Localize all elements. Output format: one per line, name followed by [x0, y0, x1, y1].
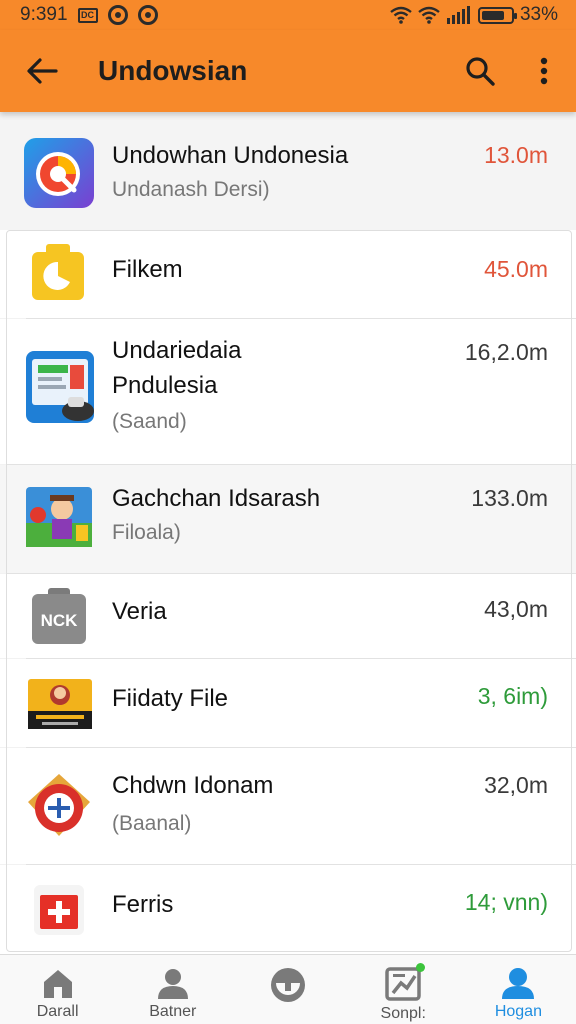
svg-text:NCK: NCK: [41, 611, 79, 630]
item-subtitle: Undanash Dersi): [112, 178, 270, 201]
more-options-button[interactable]: [512, 30, 576, 112]
list-item[interactable]: Ferris 14; vnn): [0, 865, 576, 954]
list-item[interactable]: Filkem 45.0m: [0, 230, 576, 318]
notification-round-icon: [107, 5, 128, 25]
wifi-icon-2: [418, 6, 440, 24]
status-time: 9:391: [20, 4, 68, 25]
item-name: Undariedaia: [112, 337, 242, 364]
notification-dot: [415, 963, 425, 972]
item-size: 133.0m: [471, 485, 548, 511]
status-bar: 9:391 DC 33%: [0, 0, 576, 30]
chart-icon: [385, 967, 421, 1001]
item-size: 43,0m: [484, 596, 548, 622]
list-item[interactable]: Gachchan Idsarash Filoala) 133.0m: [0, 465, 576, 573]
compass-chart-app-icon: [24, 138, 94, 208]
red-cross-icon: [34, 885, 84, 935]
more-vert-icon: [540, 57, 548, 85]
nav-tab-people[interactable]: Batner: [115, 955, 230, 1024]
item-name: Veria: [112, 598, 167, 625]
list-item[interactable]: Fiidaty File 3, 6im): [0, 659, 576, 747]
battery-percent: 33%: [519, 4, 558, 25]
shield-emblem-icon: [28, 774, 90, 836]
search-icon: [466, 57, 495, 86]
item-name: Filkem: [112, 256, 183, 283]
list-item[interactable]: NCK Veria 43,0m: [0, 574, 576, 658]
item-size: 16,2.0m: [464, 339, 548, 365]
bottom-navigation: Darall Batner Sonpl: Hogan: [0, 954, 576, 1024]
nav-label: Hogan: [494, 1003, 542, 1020]
nav-label: Sonpl:: [380, 1005, 426, 1022]
nav-tab-center[interactable]: [230, 955, 345, 1024]
nck-bag-icon: NCK: [32, 588, 86, 644]
item-name: Fiidaty File: [112, 685, 229, 712]
app-list: Undowhan Undonesia Undanash Dersi) 13.0m…: [0, 112, 576, 954]
signal-icon: [446, 6, 470, 24]
arrow-left-icon: [27, 58, 58, 84]
nav-label: Batner: [149, 1003, 197, 1020]
person-icon: [157, 969, 188, 999]
search-button[interactable]: [448, 30, 512, 112]
yellow-bag-icon: [32, 244, 84, 300]
back-button[interactable]: [0, 30, 84, 112]
game-character-icon: [26, 487, 92, 547]
item-size: 3, 6im): [477, 683, 548, 709]
item-name-line2: Pndulesia: [112, 372, 218, 399]
item-subtitle: (Saand): [112, 410, 187, 433]
item-name: Ferris: [112, 891, 174, 918]
item-size: 32,0m: [484, 772, 548, 798]
item-size: 14; vnn): [464, 889, 548, 915]
list-item[interactable]: Undowhan Undonesia Undanash Dersi) 13.0m: [0, 112, 576, 230]
item-size: 45.0m: [484, 256, 548, 282]
tablet-document-icon: [26, 351, 94, 423]
wifi-icon: [390, 6, 412, 24]
app-bar: Undowsian: [0, 30, 576, 112]
nav-tab-stats[interactable]: Sonpl:: [346, 955, 461, 1024]
list-item[interactable]: Undariedaia Pndulesia (Saand) 16,2.0m: [0, 319, 576, 464]
nav-label: Darall: [36, 1003, 79, 1020]
profile-icon: [502, 968, 535, 999]
notification-badge-icon: DC: [77, 7, 98, 23]
nav-tab-home[interactable]: Darall: [0, 955, 115, 1024]
disc-icon: [271, 968, 305, 1002]
page-title: Undowsian: [98, 55, 248, 86]
home-icon: [43, 970, 72, 998]
item-name: Gachchan Idsarash: [112, 485, 321, 512]
item-size: 13.0m: [484, 142, 548, 168]
movie-poster-icon: [28, 679, 92, 729]
item-subtitle: Filoala): [112, 521, 181, 544]
nav-tab-profile[interactable]: Hogan: [461, 955, 576, 1024]
battery-icon: [477, 6, 517, 24]
notification-round-icon-2: [137, 5, 158, 25]
item-subtitle: (Baanal): [112, 812, 192, 835]
list-item[interactable]: Chdwn Idonam (Baanal) 32,0m: [0, 748, 576, 864]
item-name: Chdwn Idonam: [112, 772, 274, 799]
item-name: Undowhan Undonesia: [112, 142, 349, 169]
